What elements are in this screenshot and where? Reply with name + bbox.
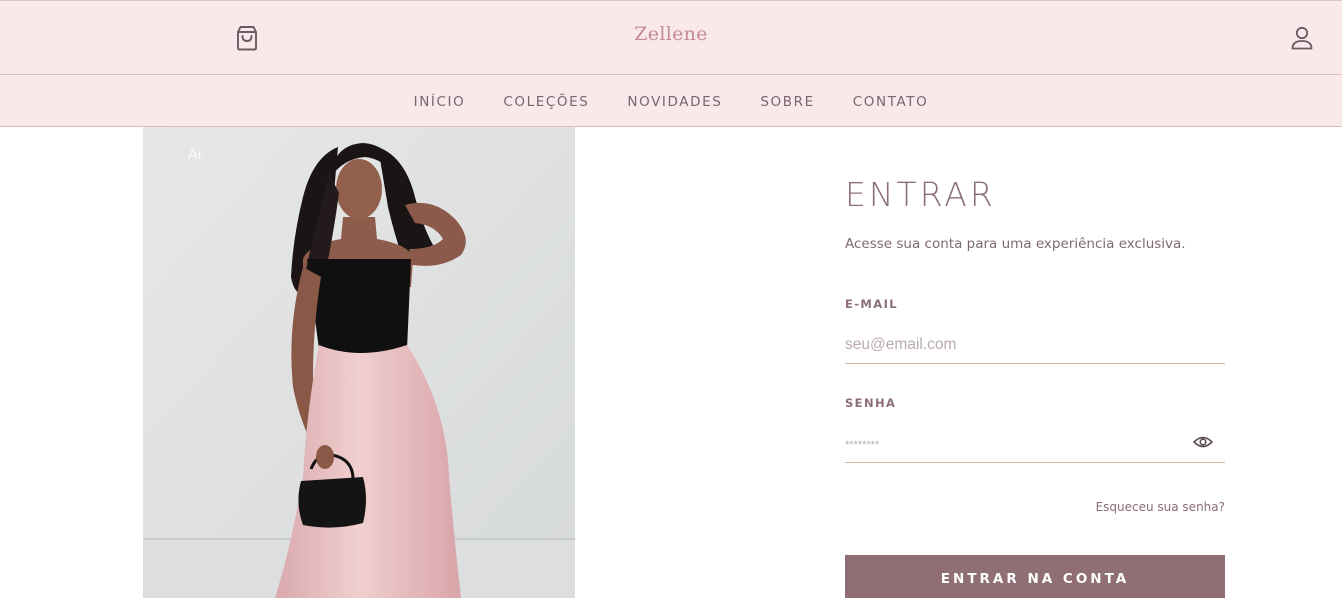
hero-photo: Ai <box>143 127 575 598</box>
nav-item-novidades[interactable]: NOVIDADES <box>627 94 722 110</box>
ai-watermark: Ai <box>188 147 202 163</box>
top-header: Zellene <box>0 0 1342 74</box>
nav-item-colecoes[interactable]: COLEÇÕES <box>503 94 589 110</box>
nav-item-sobre[interactable]: SOBRE <box>760 94 814 110</box>
main-nav: INÍCIO COLEÇÕES NOVIDADES SOBRE CONTATO <box>0 74 1342 127</box>
brand-name[interactable]: Zellene <box>634 23 707 45</box>
user-icon[interactable] <box>1289 25 1315 51</box>
forgot-password-link[interactable]: Esqueceu sua senha? <box>1096 500 1225 514</box>
email-label: E-MAIL <box>845 297 898 311</box>
password-label: SENHA <box>845 396 897 410</box>
eye-icon[interactable] <box>1193 433 1213 451</box>
login-subtitle: Acesse sua conta para uma experiência ex… <box>845 236 1186 252</box>
email-field[interactable] <box>845 326 1225 364</box>
model-image <box>143 127 575 598</box>
password-field[interactable] <box>845 425 1225 463</box>
brand-logo: Zellene <box>0 23 1342 45</box>
page-title: ENTRAR <box>845 175 996 214</box>
login-submit-button[interactable]: ENTRAR NA CONTA <box>845 555 1225 598</box>
nav-list: INÍCIO COLEÇÕES NOVIDADES SOBRE CONTATO <box>0 75 1342 126</box>
nav-item-inicio[interactable]: INÍCIO <box>414 94 466 110</box>
nav-item-contato[interactable]: CONTATO <box>853 94 929 110</box>
